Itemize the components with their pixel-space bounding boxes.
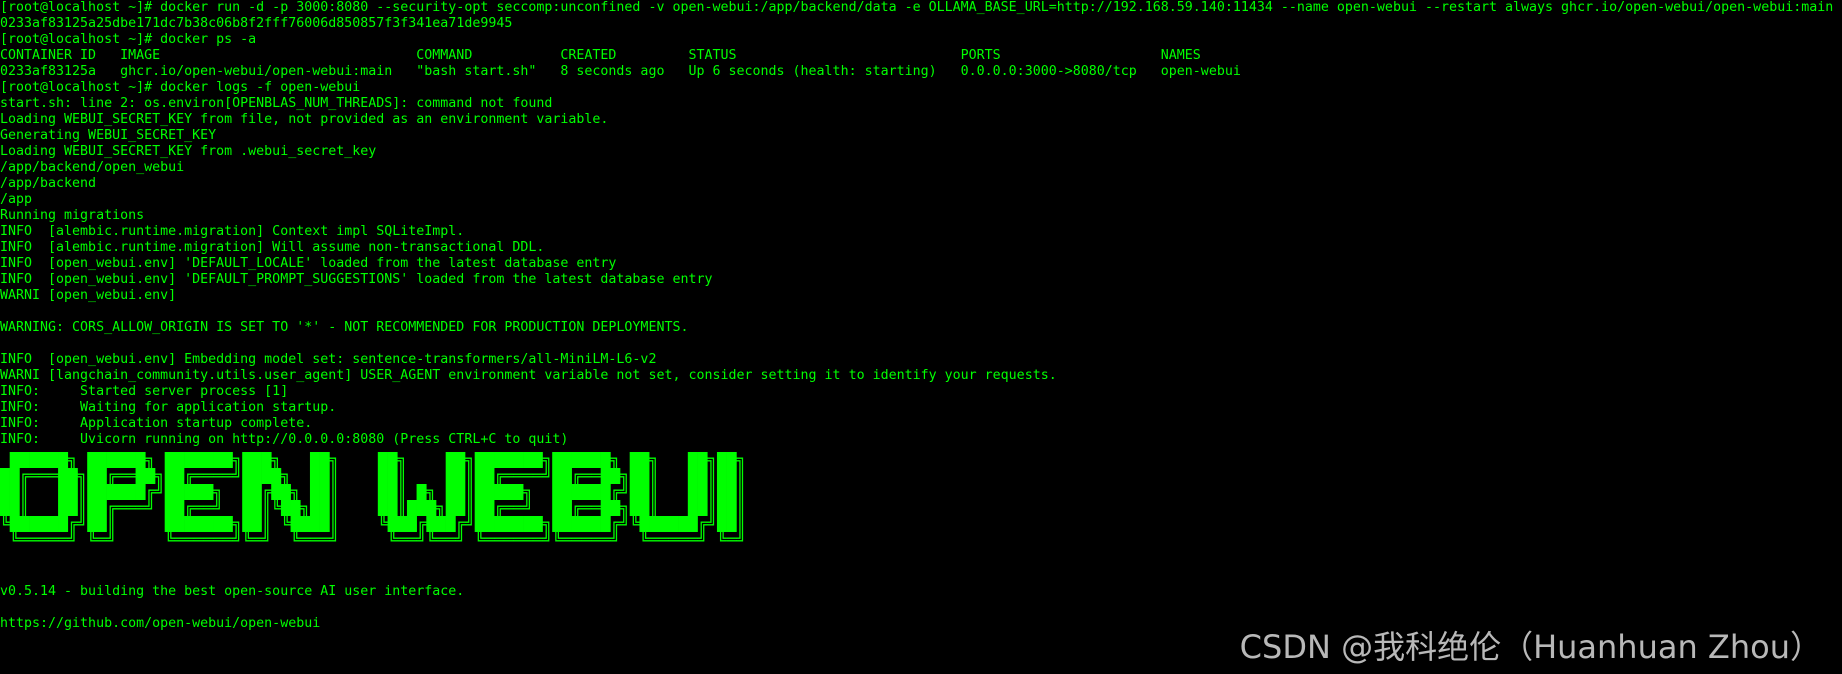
log-line: /app/backend/open_webui: [0, 160, 185, 175]
banner-line: ██║ ██║██████╔╝█████╗ ██╔██╗ ██║ ██║ █╗ …: [0, 484, 747, 500]
container-id-output: 0233af83125a25dbe171dc7b38c06b8f2fff7600…: [0, 16, 513, 31]
cors-warning-line: WARNING: CORS_ALLOW_ORIGIN IS SET TO '*'…: [0, 320, 689, 335]
log-line: WARNI [open_webui.env]: [0, 288, 177, 303]
log-line: Generating WEBUI_SECRET_KEY: [0, 128, 217, 143]
docker-ps-row: 0233af83125a ghcr.io/open-webui/open-web…: [0, 64, 1241, 79]
log-line: INFO: Waiting for application startup.: [0, 400, 337, 415]
version-line: v0.5.14 - building the best open-source …: [0, 584, 465, 599]
log-line: INFO [open_webui.env] 'DEFAULT_LOCALE' l…: [0, 256, 617, 271]
log-line: INFO [open_webui.env] 'DEFAULT_PROMPT_SU…: [0, 272, 713, 287]
terminal-output-bottom: v0.5.14 - building the best open-source …: [0, 552, 1842, 632]
banner-line: ╚═════╝ ╚═╝ ╚══════╝╚═╝ ╚═══╝ ╚══╝╚══╝ ╚…: [0, 532, 747, 548]
command-line-docker-logs: [root@localhost ~]# docker logs -f open-…: [0, 80, 361, 95]
log-line: INFO [alembic.runtime.migration] Will as…: [0, 240, 545, 255]
banner-line: ██║ ██║██╔═══╝ ██╔══╝ ██║╚██╗██║ ██║███╗…: [0, 500, 747, 516]
log-line: INFO [alembic.runtime.migration] Context…: [0, 224, 465, 239]
command-line-docker-run: [root@localhost ~]# docker run -d -p 300…: [0, 0, 1834, 15]
log-line: INFO: Started server process [1]: [0, 384, 289, 399]
banner-line: ╚██████╔╝██║ ███████╗██║ ╚████║ ╚███╔███…: [0, 516, 747, 532]
log-line: /app: [0, 192, 33, 207]
log-line: INFO [open_webui.env] Embedding model se…: [0, 352, 657, 367]
open-webui-ascii-banner: ██████╗ ██████╗ ███████╗███╗ ██╗ ██╗ ██╗…: [0, 452, 1842, 548]
log-line: Loading WEBUI_SECRET_KEY from .webui_sec…: [0, 144, 377, 159]
command-line-docker-ps: [root@localhost ~]# docker ps -a: [0, 32, 257, 47]
docker-ps-header: CONTAINER ID IMAGE COMMAND CREATED STATU…: [0, 48, 1201, 63]
log-line: Loading WEBUI_SECRET_KEY from file, not …: [0, 112, 609, 127]
banner-line: ██████╗ ██████╗ ███████╗███╗ ██╗ ██╗ ██╗…: [0, 452, 747, 468]
log-line: INFO: Uvicorn running on http://0.0.0.0:…: [0, 432, 569, 447]
csdn-watermark: CSDN @我科绝伦（Huanhuan Zhou）: [1239, 628, 1822, 666]
log-line: start.sh: line 2: os.environ[OPENBLAS_NU…: [0, 96, 553, 111]
log-line: Running migrations: [0, 208, 145, 223]
terminal-output-top: [root@localhost ~]# docker run -d -p 300…: [0, 0, 1842, 448]
log-line: INFO: Application startup complete.: [0, 416, 313, 431]
terminal-window[interactable]: [root@localhost ~]# docker run -d -p 300…: [0, 0, 1842, 674]
banner-line: ██╔═══██╗██╔══██╗██╔════╝████╗ ██║ ██║ █…: [0, 468, 747, 484]
log-line: /app/backend: [0, 176, 97, 191]
log-line: WARNI [langchain_community.utils.user_ag…: [0, 368, 1057, 383]
